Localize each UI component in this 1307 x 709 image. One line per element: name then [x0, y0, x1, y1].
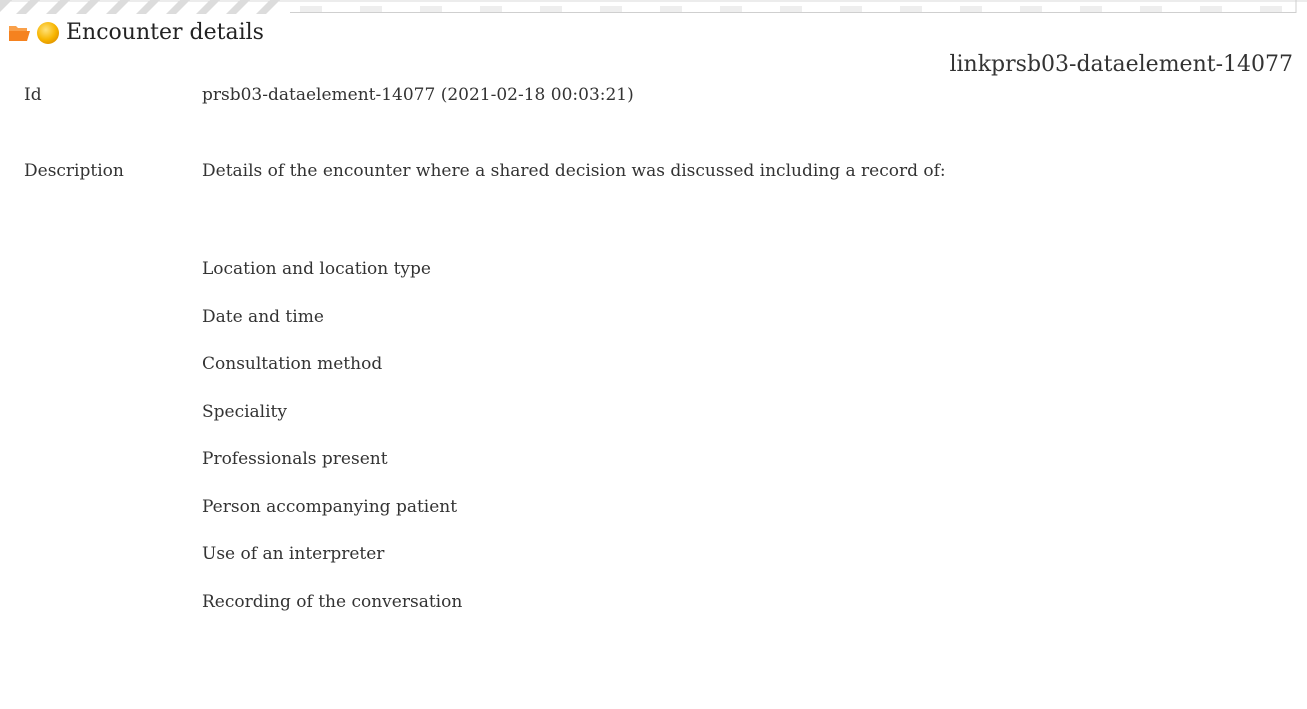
- top-decorative-strip: [0, 0, 1307, 14]
- page-title: Encounter details: [66, 20, 264, 45]
- list-item: Person accompanying patient: [202, 496, 458, 517]
- list-item: Professionals present: [202, 449, 388, 469]
- status-dot-icon: [36, 21, 60, 45]
- id-label: Id: [24, 85, 42, 105]
- list-item: Speciality: [202, 401, 287, 422]
- id-value: prsb03-dataelement-14077 (2021-02-18 00:…: [202, 85, 634, 105]
- list-item: Location and location type: [202, 259, 431, 279]
- description-items-list: Location and location type Date and time…: [202, 258, 462, 638]
- section-header: Encounter details: [8, 20, 264, 46]
- list-item: Use of an interpreter: [202, 544, 385, 564]
- list-item: Date and time: [202, 306, 324, 327]
- open-folder-icon[interactable]: [8, 23, 32, 43]
- link-dataelement-id[interactable]: linkprsb03-dataelement-14077: [949, 52, 1293, 77]
- id-row: Id prsb03-dataelement-14077 (2021-02-18 0…: [24, 84, 634, 106]
- description-value: Details of the encounter where a shared …: [202, 161, 946, 181]
- description-label: Description: [24, 161, 124, 181]
- list-item: Consultation method: [202, 354, 383, 374]
- description-row: Description Details of the encounter wher…: [24, 160, 946, 182]
- list-item: Recording of the conversation: [202, 591, 463, 612]
